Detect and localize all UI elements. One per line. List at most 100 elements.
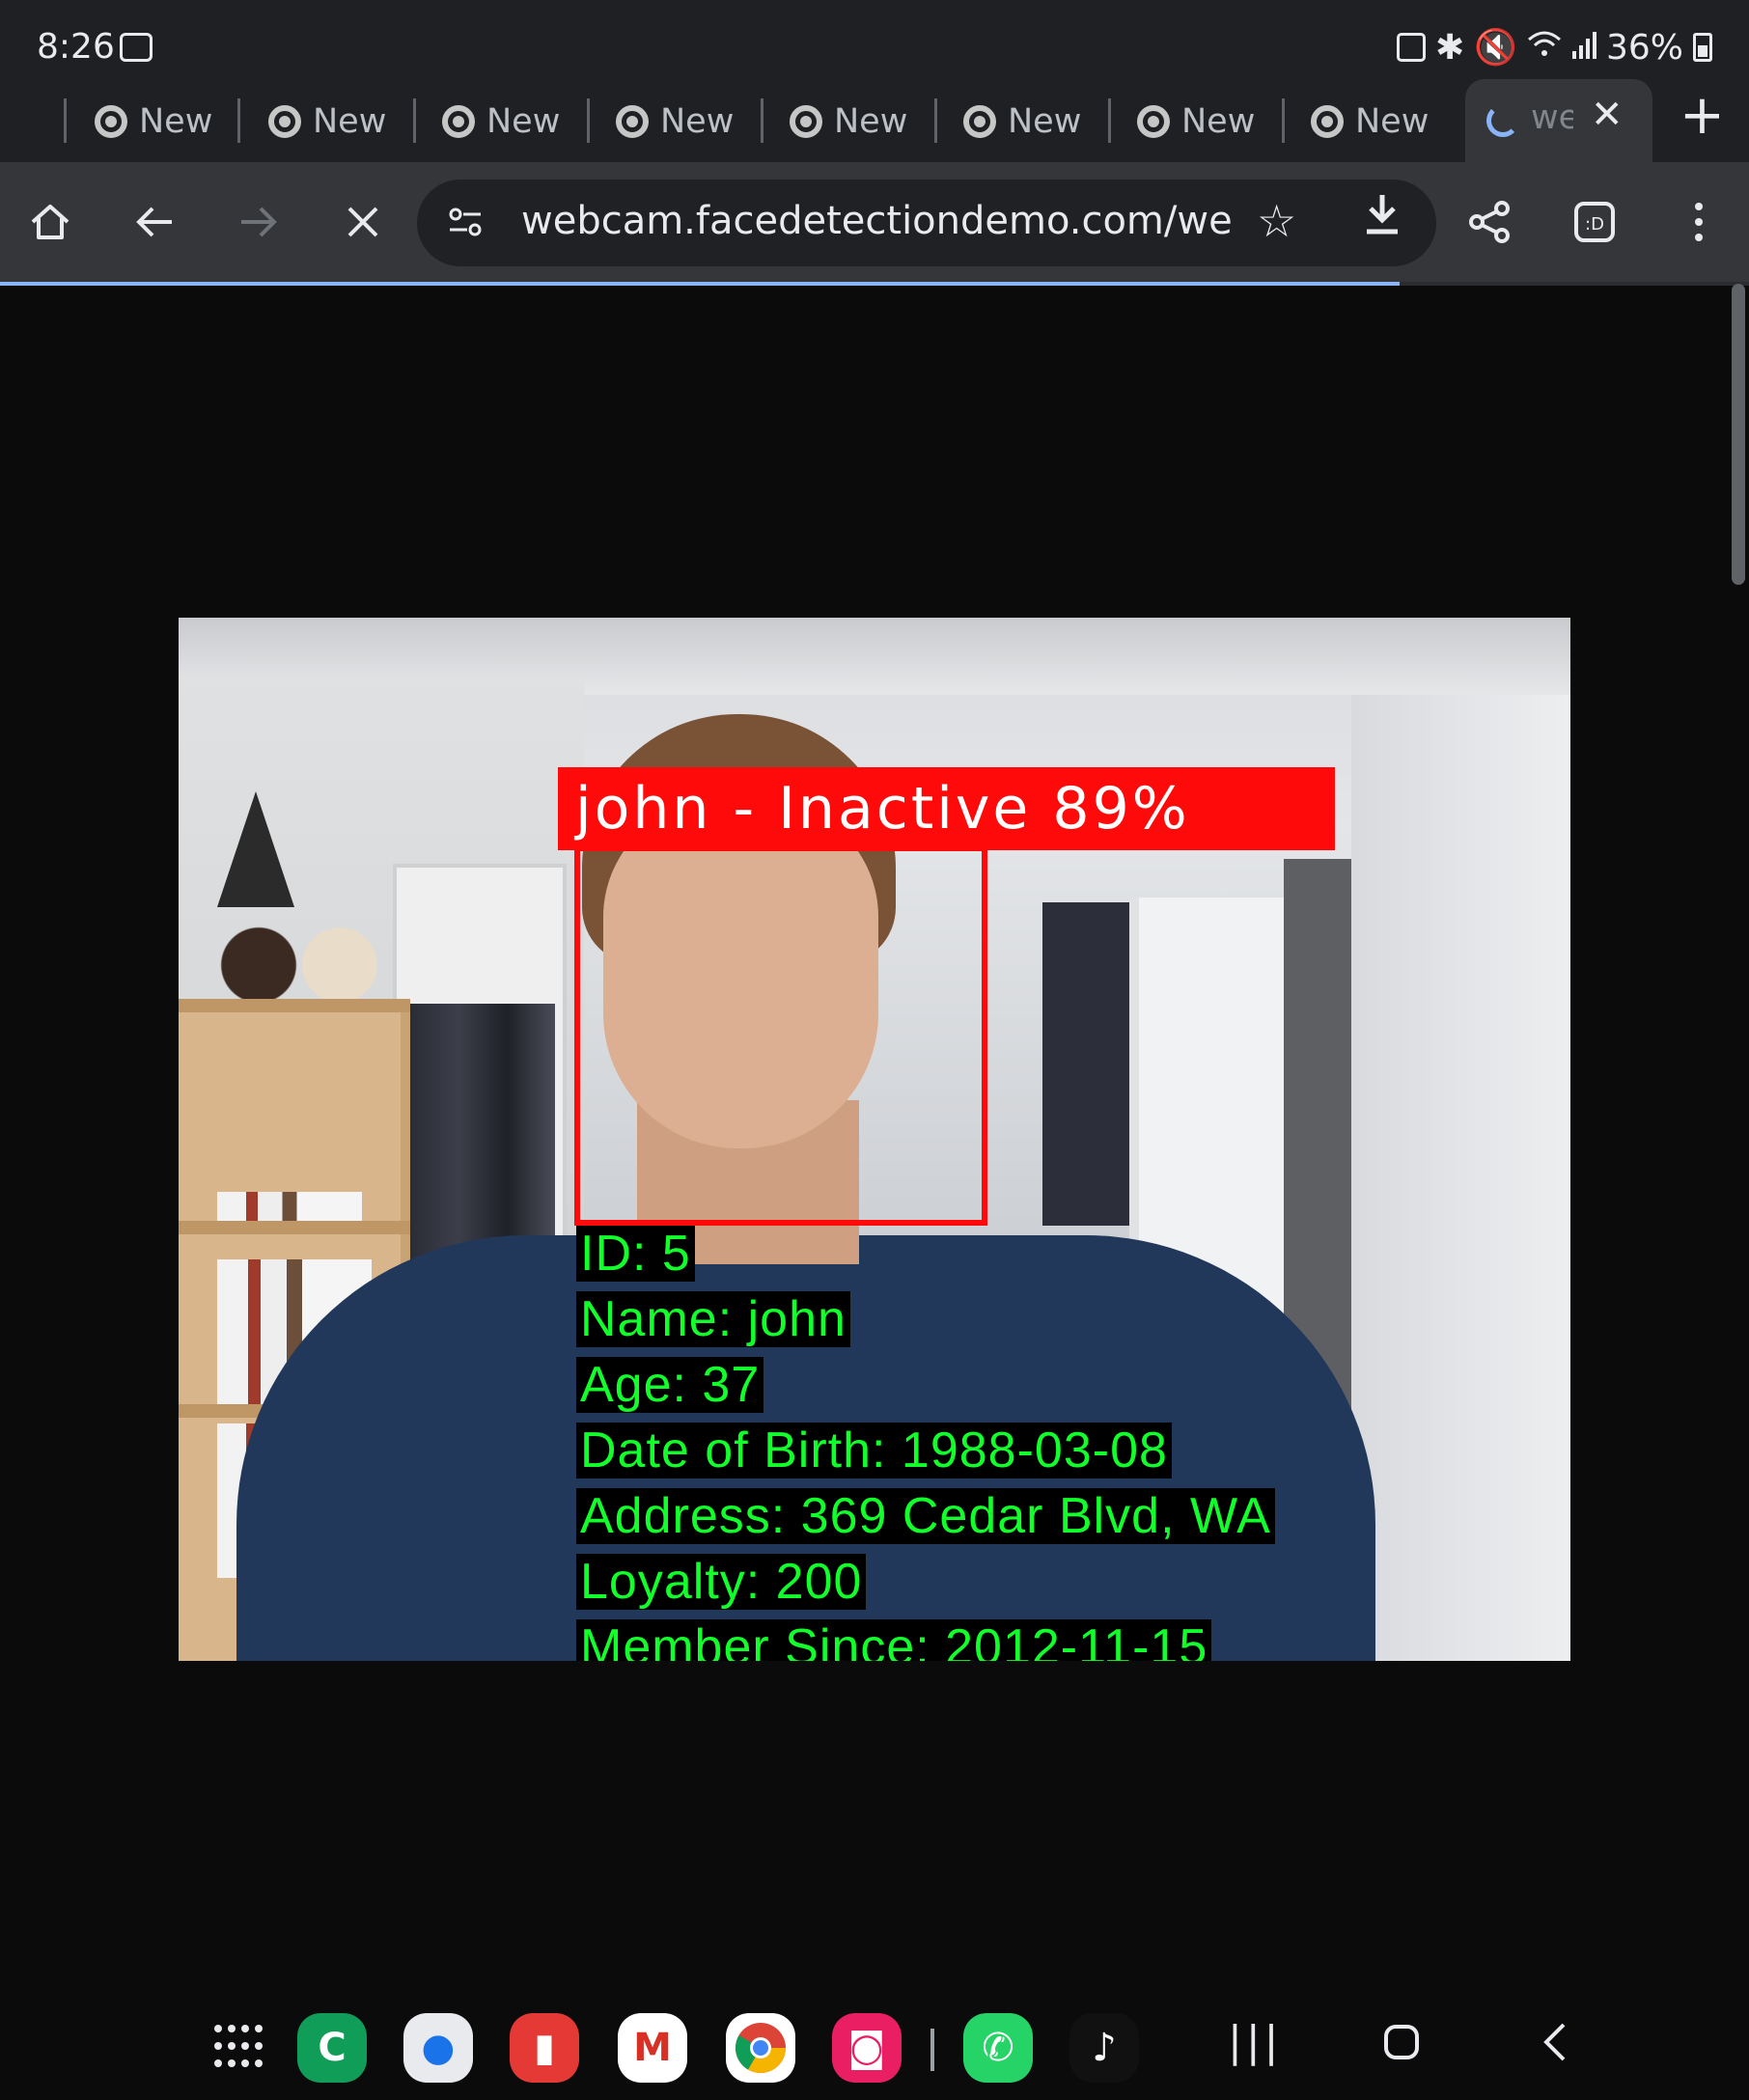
tiktok-icon[interactable]: ♪	[1069, 2013, 1139, 2083]
chrome-tab-icon	[442, 105, 475, 138]
shelf-board	[179, 1221, 410, 1234]
tab[interactable]: New	[963, 93, 1081, 151]
svg-text::D: :D	[1585, 214, 1604, 235]
back-arrow-icon	[136, 207, 172, 237]
battery-icon	[1693, 33, 1712, 62]
tab-separator	[587, 98, 590, 143]
info-text: Member Since: 2012-11-15	[576, 1619, 1212, 1661]
wifi-icon	[1527, 28, 1562, 68]
home-button[interactable]	[19, 191, 81, 253]
stop-loading-button[interactable]	[332, 191, 394, 253]
tab[interactable]: New	[790, 93, 907, 151]
app-drawer-icon[interactable]	[214, 2025, 263, 2071]
chrome-tab-icon	[616, 105, 649, 138]
tab[interactable]: New	[1137, 93, 1255, 151]
scene-books	[217, 1192, 362, 1221]
home-nav-button[interactable]	[1382, 2021, 1421, 2069]
scene-party-hat	[217, 791, 294, 907]
info-line-member-since: Member Since: 2012-11-15	[576, 1619, 1275, 1661]
info-line-id: ID: 5	[576, 1226, 1275, 1291]
chrome-tab-icon	[790, 105, 822, 138]
tab-label: New	[1355, 102, 1430, 141]
tab-separator	[1282, 98, 1285, 143]
menu-button[interactable]	[1668, 191, 1730, 253]
messages-icon[interactable]: ●	[403, 2013, 473, 2083]
tab-label: New	[1008, 102, 1082, 141]
notes-icon[interactable]: ▮	[510, 2013, 579, 2083]
chrome-tab-icon	[268, 105, 301, 138]
chevron-left-icon	[1543, 2023, 1566, 2061]
active-tab-label: we	[1531, 98, 1573, 137]
close-tab-icon[interactable]: ✕	[1591, 93, 1624, 137]
info-line-age: Age: 37	[576, 1357, 1275, 1423]
phone-icon[interactable]: C	[297, 2013, 367, 2083]
tab-switcher-button[interactable]: :D	[1564, 191, 1625, 253]
status-bar: 8:26 ✱ 🔇 36%	[0, 0, 1749, 79]
face-bounding-box	[574, 845, 987, 1226]
info-text: ID: 5	[576, 1226, 695, 1282]
tab[interactable]: New	[616, 93, 734, 151]
scene-poster	[1042, 902, 1134, 1226]
info-line-loyalty: Loyalty: 200	[576, 1554, 1275, 1619]
webcam-feed: john - Inactive 89% ID: 5 Name: john Age…	[179, 618, 1570, 1661]
tab-separator	[761, 98, 763, 143]
tab[interactable]: New	[1311, 93, 1429, 151]
tab-separator	[64, 98, 67, 143]
info-text: Age: 37	[576, 1357, 764, 1413]
signal-icon	[1571, 28, 1596, 68]
scrollbar[interactable]	[1732, 284, 1745, 585]
active-tab[interactable]: we ✕	[1465, 79, 1652, 162]
bluetooth-icon: ✱	[1434, 27, 1465, 68]
person-info-list: ID: 5 Name: john Age: 37 Date of Birth: …	[576, 1226, 1275, 1661]
home-icon	[31, 205, 69, 239]
tab-label: New	[1181, 102, 1256, 141]
info-line-address: Address: 369 Cedar Blvd, WA	[576, 1488, 1275, 1554]
loading-spinner-icon	[1486, 104, 1519, 137]
chrome-tab-icon	[963, 105, 996, 138]
tab-label: New	[834, 102, 908, 141]
tab-switcher-icon: :D	[1574, 202, 1615, 242]
back-nav-button[interactable]	[1541, 2021, 1569, 2071]
close-icon	[347, 207, 378, 237]
new-tab-button[interactable]: +	[1680, 89, 1725, 143]
tab[interactable]: New	[442, 93, 560, 151]
home-nav-icon	[1384, 2025, 1419, 2059]
bookmark-star-icon[interactable]: ☆	[1257, 195, 1296, 247]
chrome-icon[interactable]	[726, 2013, 795, 2083]
tab-label: New	[486, 102, 561, 141]
tab-label: New	[660, 102, 735, 141]
download-icon[interactable]	[1363, 193, 1402, 246]
gmail-icon[interactable]: M	[618, 2013, 687, 2083]
back-button[interactable]	[124, 191, 185, 253]
face-recognition-label: john - Inactive 89%	[558, 767, 1335, 850]
whatsapp-icon[interactable]: ✆	[963, 2013, 1033, 2083]
forward-button[interactable]	[228, 191, 290, 253]
status-icons: ✱ 🔇 36%	[1396, 27, 1712, 68]
info-line-dob: Date of Birth: 1988-03-08	[576, 1423, 1275, 1488]
battery-percent: 36%	[1605, 27, 1683, 68]
tab-separator	[934, 98, 937, 143]
chrome-tab-icon	[95, 105, 127, 138]
info-line-name: Name: john	[576, 1291, 1275, 1357]
forward-arrow-icon	[241, 207, 277, 237]
share-button[interactable]	[1459, 191, 1521, 253]
tab-separator	[1108, 98, 1111, 143]
share-icon	[1469, 201, 1510, 243]
chrome-tab-icon	[1137, 105, 1170, 138]
site-settings-icon[interactable]	[446, 203, 488, 245]
tab-separator	[413, 98, 416, 143]
info-text: Loyalty: 200	[576, 1554, 867, 1610]
recent-apps-button[interactable]: |||	[1228, 2021, 1282, 2063]
tab[interactable]: New	[95, 93, 212, 151]
chrome-tab-icon	[1311, 105, 1344, 138]
tab[interactable]: New	[268, 93, 386, 151]
url-text[interactable]: webcam.facedetectiondemo.com/webc	[521, 199, 1235, 243]
shelf-board	[179, 999, 410, 1012]
browser-toolbar: webcam.facedetectiondemo.com/webc ☆ :D	[0, 162, 1749, 284]
status-time: 8:26	[37, 27, 115, 67]
camera-icon[interactable]: ◙	[832, 2013, 902, 2083]
address-bar[interactable]: webcam.facedetectiondemo.com/webc ☆	[417, 180, 1436, 266]
info-text: Address: 369 Cedar Blvd, WA	[576, 1488, 1275, 1544]
more-vert-icon	[1695, 203, 1703, 241]
scene-plush-toys	[198, 926, 401, 1004]
